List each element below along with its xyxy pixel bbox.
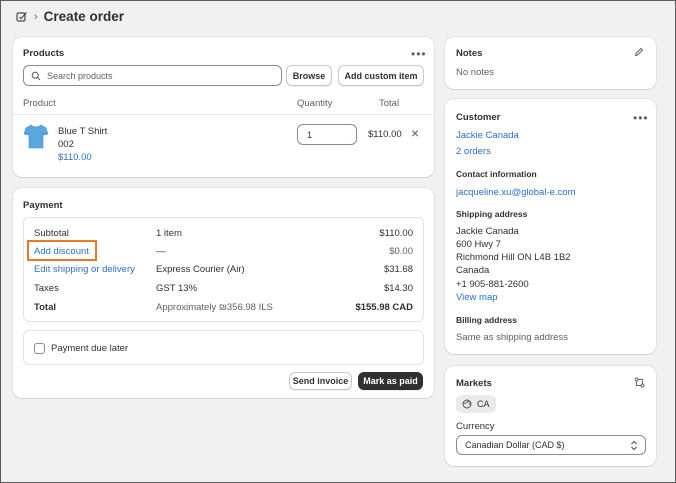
payment-due-later-checkbox[interactable] <box>34 343 45 354</box>
column-header-quantity: Quantity <box>297 98 333 109</box>
billing-value: Same as shipping address <box>456 332 568 343</box>
quantity-value: 1 <box>307 129 313 140</box>
breadcrumb-separator: › <box>34 10 38 23</box>
globe-icon <box>462 399 472 409</box>
search-input[interactable]: Search products <box>23 65 282 86</box>
search-placeholder: Search products <box>47 70 113 81</box>
payment-card: Payment Subtotal 1 item $110.00 Add disc… <box>13 188 434 398</box>
product-thumbnail[interactable] <box>23 122 49 150</box>
customer-more-icon[interactable]: ••• <box>633 112 649 124</box>
product-sku: 002 <box>58 139 74 150</box>
page-title: Create order <box>43 9 124 24</box>
view-map-link[interactable]: View map <box>456 292 498 303</box>
taxes-amount: $14.30 <box>383 283 413 294</box>
shipping-detail: Express Courier (Air) <box>156 264 245 275</box>
customer-card: Customer ••• Jackie Canada 2 orders Cont… <box>445 99 656 354</box>
payment-summary: Subtotal 1 item $110.00 Add discount — $… <box>23 217 424 322</box>
markets-title: Markets <box>456 378 492 389</box>
column-header-product: Product <box>23 98 56 109</box>
currency-label: Currency <box>456 421 495 432</box>
discount-detail: — <box>156 246 166 257</box>
orders-icon[interactable] <box>16 11 28 23</box>
subtotal-detail: 1 item <box>156 228 182 239</box>
address-line: Canada <box>456 265 490 276</box>
taxes-label: Taxes <box>34 283 59 294</box>
edit-icon[interactable] <box>634 47 644 60</box>
column-header-total: Total <box>379 98 400 109</box>
total-label: Total <box>34 302 56 313</box>
send-invoice-button[interactable]: Send invoice <box>289 372 352 390</box>
remove-item-icon[interactable]: × <box>411 125 419 141</box>
address-line: +1 905-881-2600 <box>456 279 529 290</box>
subtotal-label: Subtotal <box>34 228 69 239</box>
mark-as-paid-button[interactable]: Mark as paid <box>358 372 423 390</box>
search-icon <box>31 71 41 81</box>
address-line: 600 Hwy 7 <box>456 239 501 250</box>
customer-orders-link[interactable]: 2 orders <box>456 146 491 157</box>
customer-name-link[interactable]: Jackie Canada <box>456 130 519 141</box>
contact-heading: Contact information <box>456 169 537 179</box>
customer-title: Customer <box>456 112 501 123</box>
customer-email-link[interactable]: jacqueline.xu@global-e.com <box>456 187 576 198</box>
payment-title: Payment <box>23 200 63 211</box>
products-card: Products ••• Search products Browse Add … <box>13 37 434 177</box>
currency-select[interactable]: Canadian Dollar (CAD $) <box>456 435 646 455</box>
markets-settings-icon[interactable] <box>634 377 645 391</box>
add-custom-item-button[interactable]: Add custom item <box>338 65 424 86</box>
product-name[interactable]: Blue T Shirt <box>58 126 107 137</box>
edit-shipping-link[interactable]: Edit shipping or delivery <box>34 264 135 275</box>
market-badge[interactable]: CA <box>456 395 496 413</box>
market-badge-label: CA <box>477 399 490 409</box>
payment-due-later-box: Payment due later <box>23 330 424 365</box>
product-price[interactable]: $110.00 <box>58 152 92 163</box>
page-header: › Create order <box>16 9 124 24</box>
products-title: Products <box>23 48 65 59</box>
shipping-amount: $31.68 <box>383 264 413 275</box>
markets-card: Markets CA Currency Canadian Dollar (CAD… <box>445 366 656 466</box>
taxes-detail: GST 13% <box>156 283 198 294</box>
notes-card: Notes No notes <box>445 37 656 89</box>
browse-button[interactable]: Browse <box>286 65 332 86</box>
billing-heading: Billing address <box>456 315 517 325</box>
divider <box>13 114 434 115</box>
currency-value: Canadian Dollar (CAD $) <box>465 440 565 450</box>
payment-due-later-label[interactable]: Payment due later <box>51 343 128 354</box>
notes-value: No notes <box>456 67 495 78</box>
total-amount: $155.98 CAD <box>355 302 413 313</box>
address-line: Jackie Canada <box>456 226 519 237</box>
line-total: $110.00 <box>368 129 402 140</box>
address-line: Richmond Hill ON L4B 1B2 <box>456 252 571 263</box>
select-chevron-icon <box>630 440 638 454</box>
subtotal-amount: $110.00 <box>379 228 413 239</box>
discount-amount: $0.00 <box>389 246 413 257</box>
quantity-field[interactable]: 1 <box>297 124 357 145</box>
more-actions-icon[interactable]: ••• <box>411 48 427 60</box>
notes-title: Notes <box>456 48 483 59</box>
shipping-heading: Shipping address <box>456 209 528 219</box>
total-detail: Approximately ₪356.98 ILS <box>156 302 273 313</box>
add-discount-link[interactable]: Add discount <box>34 246 89 257</box>
